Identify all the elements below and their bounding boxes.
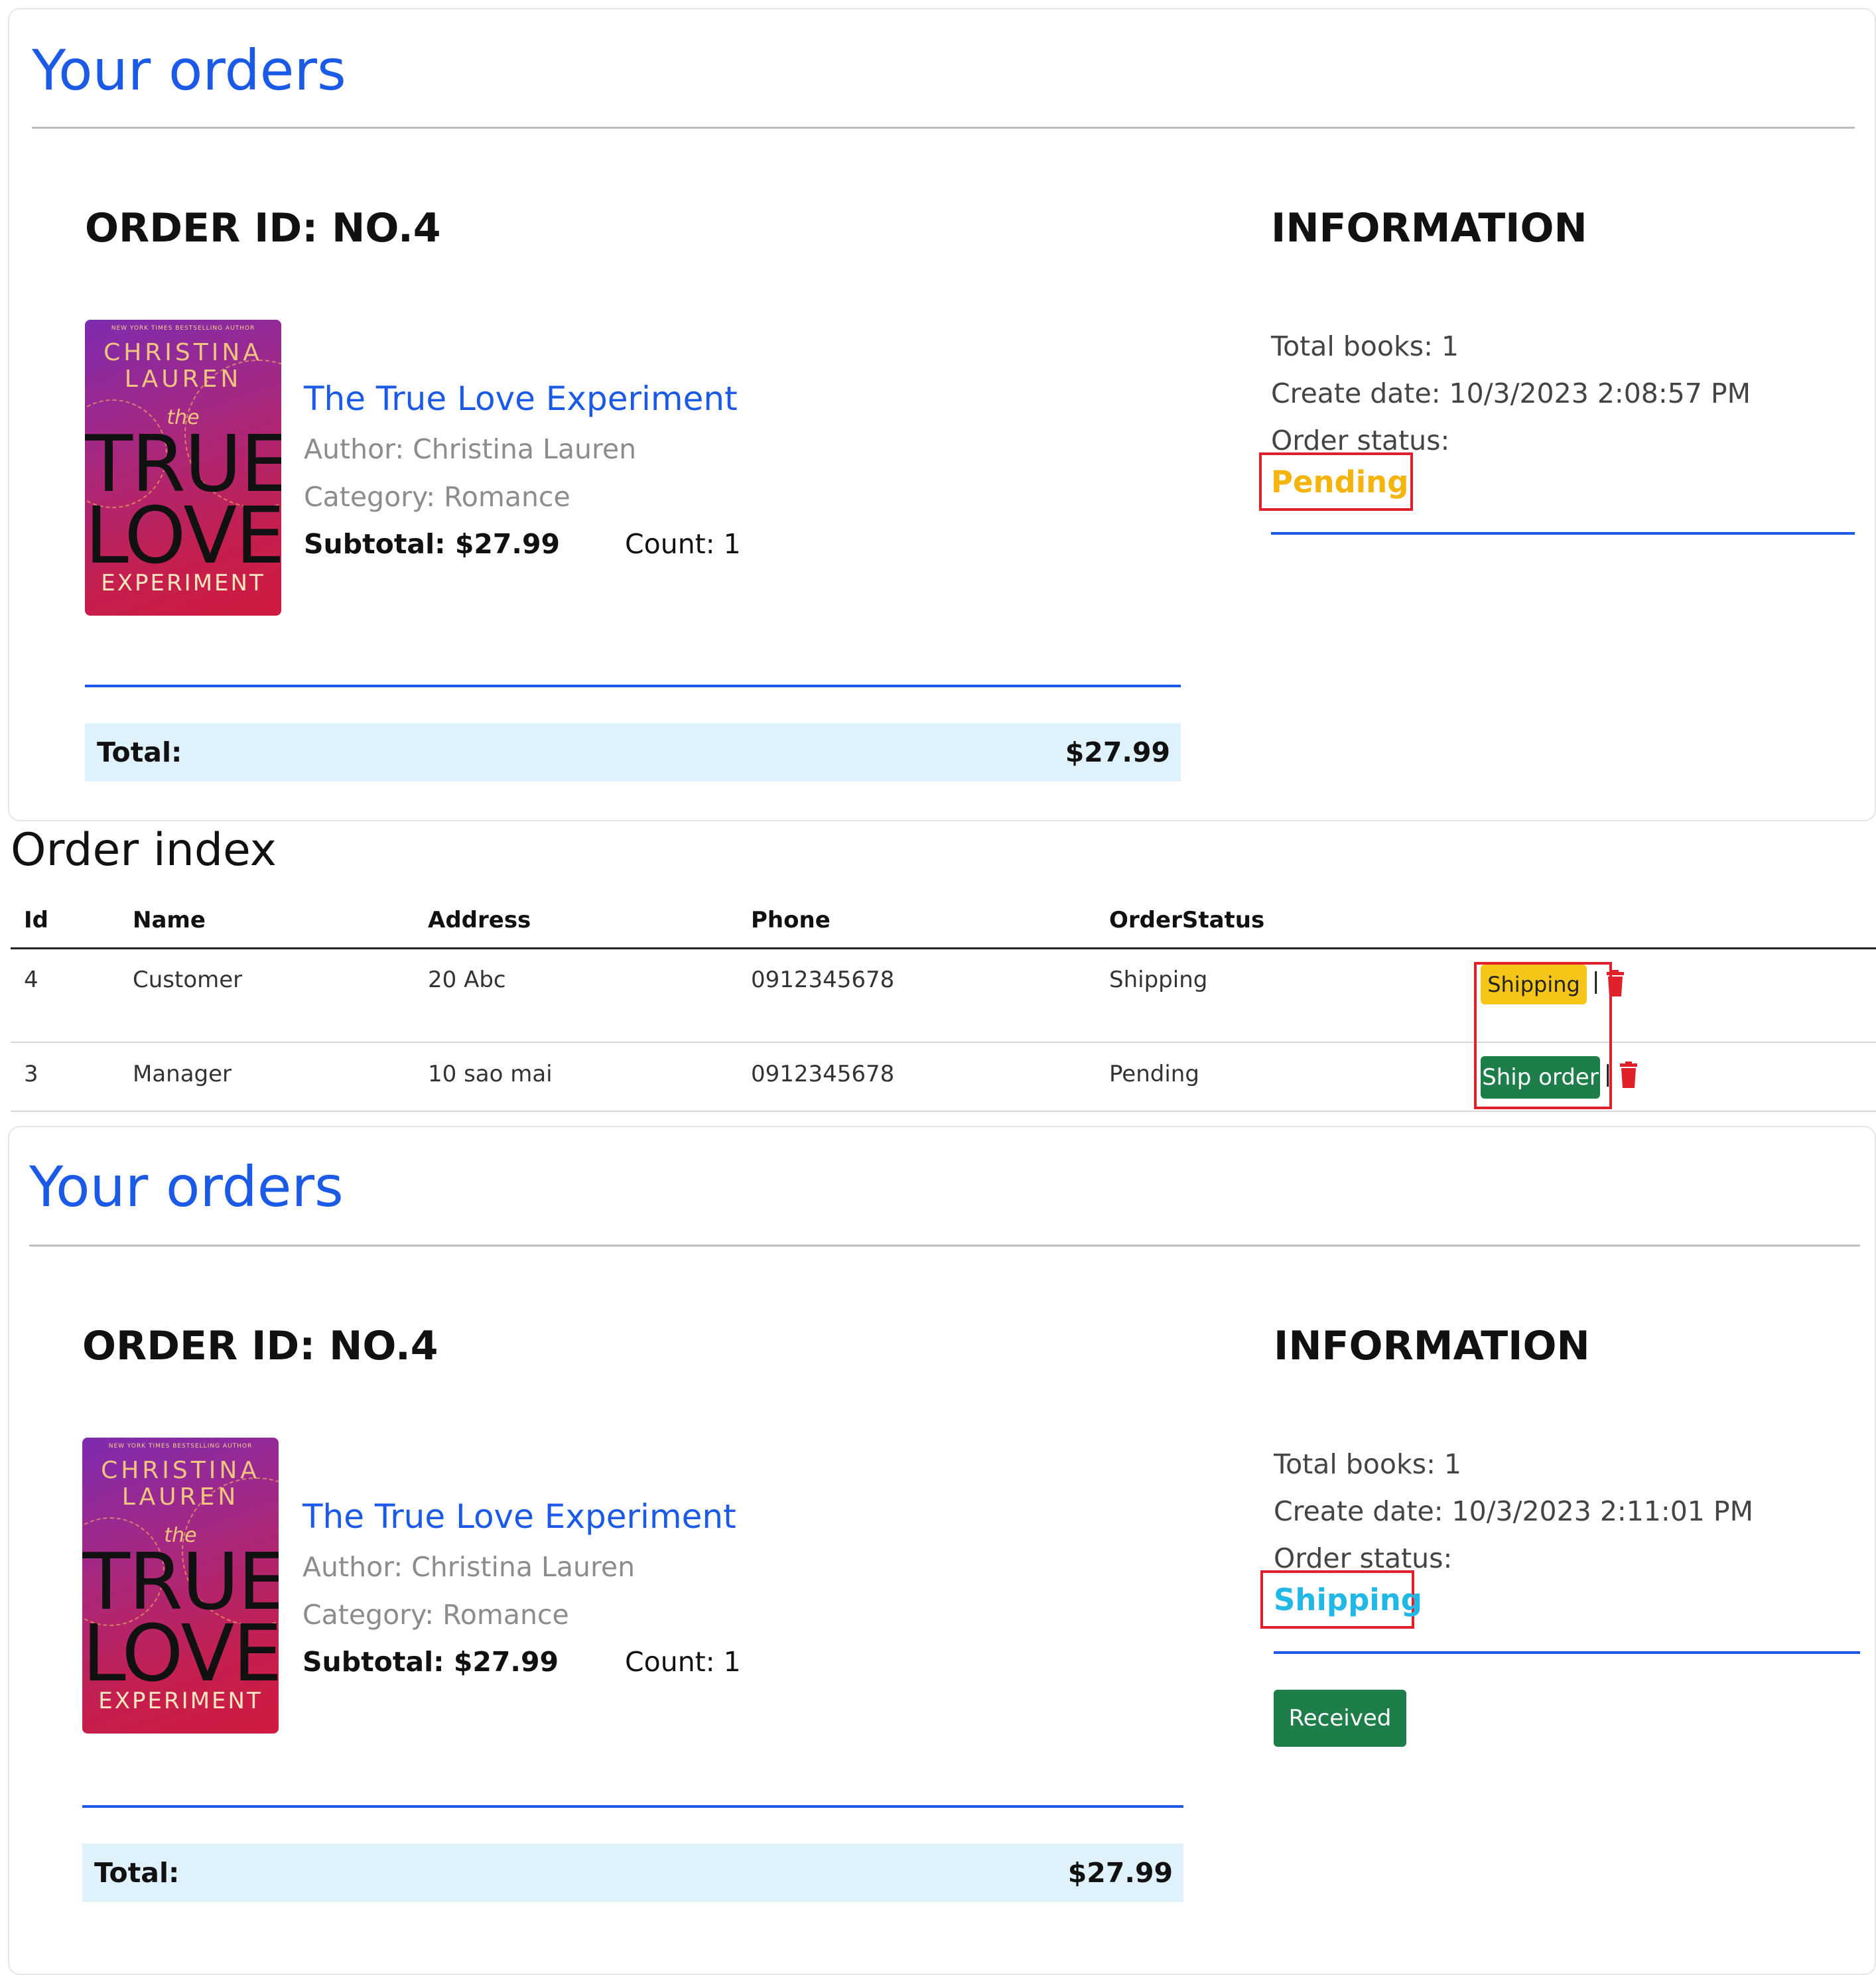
total-bar: Total: $27.99 [85,723,1181,782]
create-date: Create date: 10/3/2023 2:08:57 PM [1271,377,1751,409]
total-books: Total books: 1 [1271,330,1459,362]
order-id: ORDER ID: NO.4 [85,205,441,251]
cell-orderstatus: Shipping [1109,967,1208,993]
cover-author-line1: CHRISTINA [101,1457,260,1484]
cover-tagline: NEW YORK TIMES BESTSELLING AUTHOR [111,325,255,332]
order-status-label: Order status: [1274,1542,1453,1574]
cover-subtitle: EXPERIMENT [101,570,265,596]
total-value: $27.99 [1065,736,1170,768]
total-books: Total books: 1 [1274,1448,1462,1480]
information-title: INFORMATION [1274,1323,1590,1369]
column-header-address: Address [428,907,531,933]
book-author: Author: Christina Lauren [302,1551,636,1583]
book-cover-image: NEW YORK TIMES BESTSELLING AUTHOR CHRIST… [85,320,281,616]
cover-title-line2: LOVE [82,1607,279,1699]
column-header-id: Id [24,907,48,933]
cell-id: 3 [24,1061,38,1087]
page-title: Your orders [32,38,346,103]
cell-phone: 0912345678 [751,967,895,993]
order-panel-top: Your orders ORDER ID: NO.4 NEW YORK TIME… [8,8,1876,821]
order-id: ORDER ID: NO.4 [82,1323,438,1369]
column-header-name: Name [133,907,206,933]
book-count: Count: 1 [625,528,741,560]
order-index-title: Order index [11,824,277,876]
book-author: Author: Christina Lauren [304,433,637,465]
items-divider [82,1805,1183,1808]
total-label: Total: [97,736,182,768]
info-divider [1271,532,1855,535]
divider [32,127,1855,129]
cell-orderstatus: Pending [1109,1061,1199,1087]
total-value: $27.99 [1067,1857,1173,1889]
create-date: Create date: 10/3/2023 2:11:01 PM [1274,1495,1754,1527]
total-bar: Total: $27.99 [82,1844,1183,1902]
divider [29,1245,1860,1247]
items-divider [85,685,1181,687]
cell-name: Manager [133,1061,232,1087]
column-header-orderstatus: OrderStatus [1109,907,1265,933]
page-title: Your orders [29,1154,344,1219]
book-cover-image: NEW YORK TIMES BESTSELLING AUTHOR CHRIST… [82,1438,279,1734]
trash-icon[interactable] [1619,1061,1639,1088]
book-category: Category: Romance [302,1599,569,1631]
cover-tagline: NEW YORK TIMES BESTSELLING AUTHOR [108,1443,253,1450]
cover-title-line2: LOVE [85,490,281,581]
order-panel-bottom: Your orders ORDER ID: NO.4 NEW YORK TIME… [8,1126,1876,1975]
actions-highlight-box [1474,962,1612,1109]
book-title-link[interactable]: The True Love Experiment [304,382,738,415]
order-status-label: Order status: [1271,425,1450,456]
info-divider [1274,1651,1860,1654]
cover-author-line2: LAUREN [124,366,242,393]
column-header-phone: Phone [751,907,831,933]
received-button[interactable]: Received [1274,1690,1406,1747]
cell-name: Customer [133,967,243,993]
order-status-value: Pending [1271,464,1409,500]
book-count: Count: 1 [625,1646,741,1678]
cell-address: 10 sao mai [428,1061,553,1087]
cover-subtitle: EXPERIMENT [98,1688,263,1714]
cover-author-line1: CHRISTINA [103,339,263,366]
book-subtotal: Subtotal: $27.99 [302,1646,559,1678]
row-divider [11,1111,1876,1112]
book-subtotal: Subtotal: $27.99 [304,528,561,560]
total-label: Total: [94,1857,180,1889]
cover-author-line2: LAUREN [121,1483,239,1511]
book-title-link[interactable]: The True Love Experiment [302,1500,736,1533]
book-category: Category: Romance [304,481,570,513]
table-header-rule [11,947,1876,949]
cell-phone: 0912345678 [751,1061,895,1087]
cell-id: 4 [24,967,38,993]
order-status-value: Shipping [1274,1582,1422,1617]
information-title: INFORMATION [1271,205,1587,251]
cell-address: 20 Abc [428,967,506,993]
